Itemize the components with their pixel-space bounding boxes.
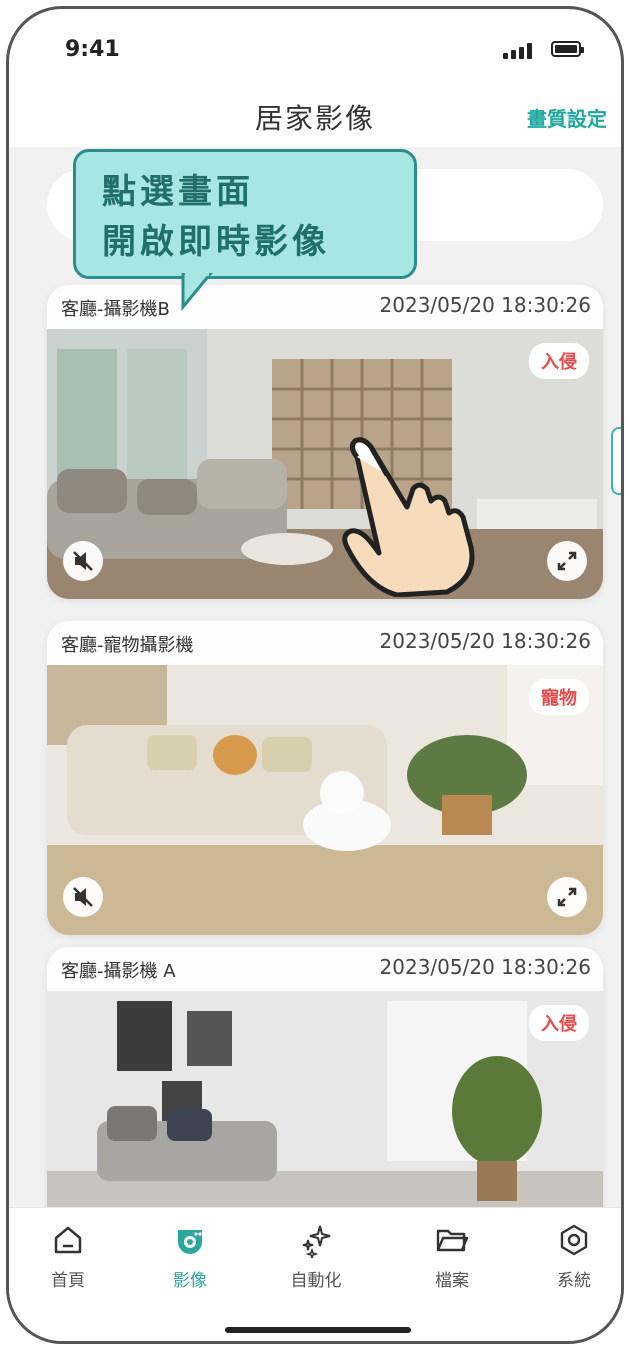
- nav-label: 系統: [557, 1271, 591, 1291]
- camera-name: 客廳-攝影機B: [61, 299, 170, 320]
- nav-label: 檔案: [435, 1271, 469, 1291]
- bottom-nav: 首頁 影像 自動化 檔案 系統: [9, 1207, 621, 1341]
- status-bar: 9:41: [9, 9, 621, 89]
- page-header: 居家影像 畫質設定: [9, 89, 621, 147]
- camera-name: 客廳-攝影機 A: [61, 961, 176, 982]
- tooltip-line-2: 開啟即時影像: [102, 222, 330, 262]
- camera-card[interactable]: 客廳-攝影機B 2023/05/20 18:30:26 入侵: [47, 285, 603, 599]
- tap-hand-icon: [342, 437, 475, 597]
- intrusion-badge: 入侵: [529, 343, 589, 379]
- nav-label: 首頁: [51, 1271, 85, 1291]
- nav-item-camera[interactable]: 影像: [145, 1222, 235, 1291]
- nav-item-automation[interactable]: 自動化: [271, 1222, 361, 1291]
- tooltip-pointer: [181, 273, 213, 312]
- quality-settings-button[interactable]: 畫質設定: [527, 103, 607, 132]
- camera-card[interactable]: 客廳-寵物攝影機 2023/05/20 18:30:26 寵物: [47, 621, 603, 935]
- tutorial-tooltip: 點選畫面 開啟即時影像: [73, 149, 417, 279]
- fullscreen-icon[interactable]: [547, 541, 587, 581]
- camera-preview[interactable]: [47, 329, 603, 599]
- nav-label: 自動化: [290, 1271, 342, 1291]
- camera-preview[interactable]: [47, 991, 603, 1207]
- camera-list: 客廳-攝影機B 2023/05/20 18:30:26 入侵 客廳-寵物攝影機 …: [9, 147, 621, 1207]
- mute-icon[interactable]: [63, 541, 103, 581]
- signal-icon: [503, 43, 533, 59]
- nav-item-home[interactable]: 首頁: [23, 1222, 113, 1291]
- mute-icon[interactable]: [63, 877, 103, 917]
- camera-name: 客廳-寵物攝影機: [61, 635, 194, 656]
- nav-item-system[interactable]: 系統: [529, 1222, 619, 1291]
- fullscreen-icon[interactable]: [547, 877, 587, 917]
- intrusion-badge: 入侵: [529, 1005, 589, 1041]
- nav-label: 影像: [173, 1271, 207, 1291]
- camera-card-header: 客廳-攝影機 A 2023/05/20 18:30:26: [47, 947, 603, 991]
- camera-preview[interactable]: [47, 665, 603, 935]
- pet-badge: 寵物: [529, 679, 589, 715]
- sparkle-icon: [302, 1225, 331, 1258]
- camera-card[interactable]: 客廳-攝影機 A 2023/05/20 18:30:26 入侵: [47, 947, 603, 1207]
- folder-icon: [436, 1229, 469, 1252]
- camera-timestamp: 2023/05/20 18:30:26: [379, 955, 591, 979]
- camera-card-header: 客廳-寵物攝影機 2023/05/20 18:30:26: [47, 621, 603, 665]
- battery-icon: [551, 41, 584, 57]
- camera-card-header: 客廳-攝影機B 2023/05/20 18:30:26: [47, 285, 603, 329]
- status-time: 9:41: [65, 37, 120, 62]
- home-icon: [54, 1226, 82, 1254]
- home-indicator: [225, 1327, 411, 1333]
- side-drawer-handle[interactable]: [611, 427, 621, 495]
- nav-item-files[interactable]: 檔案: [407, 1222, 497, 1291]
- tooltip-line-1: 點選畫面: [102, 172, 254, 212]
- camera-timestamp: 2023/05/20 18:30:26: [379, 293, 591, 317]
- camera-icon: [178, 1230, 202, 1254]
- hexagon-settings-icon: [560, 1224, 588, 1256]
- camera-timestamp: 2023/05/20 18:30:26: [379, 629, 591, 653]
- phone-frame: 9:41 居家影像 畫質設定 客廳-攝影機B 2023/05/20 18:30:…: [6, 6, 624, 1344]
